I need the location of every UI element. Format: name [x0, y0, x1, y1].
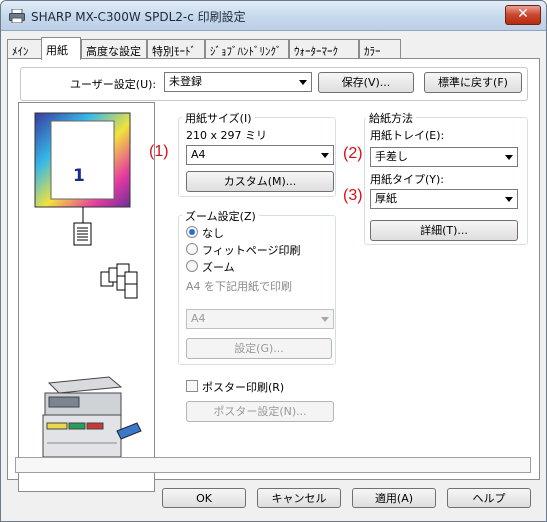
paper-tray-value: 手差し — [375, 150, 408, 163]
tab-watermark[interactable]: ｳｫｰﾀｰﾏｰｸ — [289, 39, 359, 59]
paper-size-title: 用紙サイズ(I) — [182, 110, 255, 126]
chevron-down-icon — [321, 317, 329, 322]
custom-paper-button[interactable]: カスタム(M)... — [186, 171, 334, 192]
zoom-settings-button[interactable]: 設定(G)... — [186, 338, 332, 359]
paper-type-value: 厚紙 — [375, 192, 397, 205]
zoom-custom-radio[interactable] — [186, 260, 198, 272]
chevron-down-icon — [505, 197, 513, 202]
chevron-down-icon — [505, 155, 513, 160]
preview-page-number: 1 — [73, 166, 85, 186]
user-settings-value: 未登録 — [169, 75, 202, 88]
preview-pane: 1 — [18, 102, 155, 492]
marker-1: (1) — [149, 143, 169, 160]
reset-defaults-button[interactable]: 標準に戻す(F) — [424, 72, 522, 93]
marker-3: (3) — [343, 187, 363, 204]
print-settings-window: SHARP MX-C300W SPDL2-c 印刷設定 ✕ ﾒｲﾝ 用紙 高度な… — [0, 0, 547, 522]
zoom-none-label[interactable]: なし — [202, 225, 224, 241]
tab-paper[interactable]: 用紙 — [41, 37, 81, 60]
tab-strip: ﾒｲﾝ 用紙 高度な設定 特別ﾓｰﾄﾞ ｼﾞｮﾌﾞﾊﾝﾄﾞﾘﾝｸﾞ ｳｫｰﾀｰﾏ… — [7, 37, 537, 60]
paper-tray-label: 用紙トレイ(E): — [370, 129, 445, 142]
chevron-down-icon — [321, 153, 329, 158]
tab-main[interactable]: ﾒｲﾝ — [7, 39, 43, 59]
paper-source-title: 給紙方法 — [366, 110, 416, 126]
zoom-custom-label[interactable]: ズーム — [202, 259, 235, 275]
fit-page-select[interactable]: A4 — [186, 309, 334, 329]
title-bar: SHARP MX-C300W SPDL2-c 印刷設定 ✕ — [1, 1, 546, 31]
tab-special-mode[interactable]: 特別ﾓｰﾄﾞ — [147, 39, 205, 59]
paper-tab-panel: ユーザー設定(U): 未登録 保存(V)... 標準に戻す(F) 1 (1) (… — [7, 58, 540, 492]
tab-job-handling[interactable]: ｼﾞｮﾌﾞﾊﾝﾄﾞﾘﾝｸﾞ — [205, 39, 289, 59]
paper-size-select[interactable]: A4 — [186, 145, 334, 165]
marker-2: (2) — [343, 145, 363, 162]
chevron-down-icon — [299, 80, 307, 85]
user-settings-label: ユーザー設定(U): — [70, 78, 157, 91]
help-button[interactable]: ヘルプ — [447, 488, 531, 508]
zoom-fit-page-label[interactable]: フィットページ印刷 — [202, 242, 301, 258]
window-title: SHARP MX-C300W SPDL2-c 印刷設定 — [31, 10, 246, 24]
poster-settings-button[interactable]: ポスター設定(N)... — [186, 401, 334, 422]
apply-button[interactable]: 適用(A) — [352, 488, 436, 508]
paper-details-button[interactable]: 詳細(T)... — [370, 220, 518, 241]
ok-button[interactable]: OK — [162, 488, 246, 508]
mfp-printer-icon — [42, 376, 142, 458]
preview-graphics — [34, 112, 142, 458]
user-settings-select[interactable]: 未登録 — [164, 72, 312, 92]
tab-color[interactable]: ｶﾗｰ — [359, 39, 401, 59]
zoom-none-radio[interactable] — [186, 226, 198, 238]
zoom-fit-page-radio[interactable] — [186, 243, 198, 255]
paper-type-label: 用紙タイプ(Y): — [370, 173, 445, 186]
poster-print-label[interactable]: ポスター印刷(R) — [202, 379, 284, 395]
paper-size-value: A4 — [191, 148, 206, 161]
paper-type-select[interactable]: 厚紙 — [370, 189, 518, 209]
tab-advanced[interactable]: 高度な設定 — [81, 39, 147, 59]
document-icon — [73, 222, 92, 246]
paper-size-dimensions: 210 x 297 ミリ — [186, 129, 267, 142]
poster-print-checkbox[interactable] — [186, 380, 198, 392]
status-bar — [15, 457, 531, 473]
close-button[interactable]: ✕ — [505, 5, 541, 25]
cancel-button[interactable]: キャンセル — [257, 488, 341, 508]
save-user-settings-button[interactable]: 保存(V)... — [318, 72, 414, 93]
fit-page-value: A4 — [191, 312, 206, 325]
paper-tray-select[interactable]: 手差し — [370, 147, 518, 167]
zoom-title: ズーム設定(Z) — [182, 208, 259, 224]
printer-icon — [9, 9, 25, 23]
fit-page-caption: A4 を下記用紙で印刷 — [186, 280, 293, 293]
multiple-documents-icon — [100, 263, 138, 299]
